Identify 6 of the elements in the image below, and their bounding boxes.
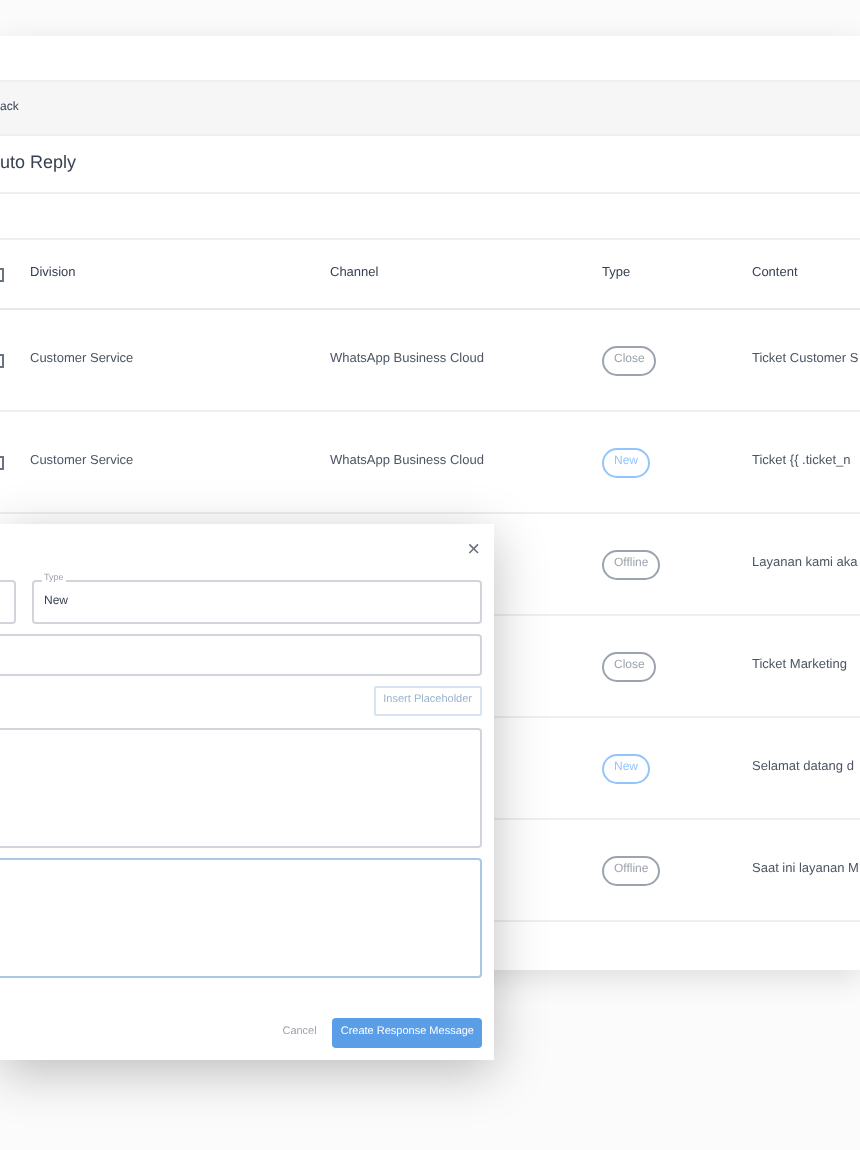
input-field[interactable] [0,580,16,624]
close-button[interactable]: × [467,534,480,568]
page-title: uto Reply [0,150,77,177]
text-area[interactable] [0,728,482,848]
text-area[interactable] [0,858,482,978]
input-field[interactable] [0,634,482,676]
